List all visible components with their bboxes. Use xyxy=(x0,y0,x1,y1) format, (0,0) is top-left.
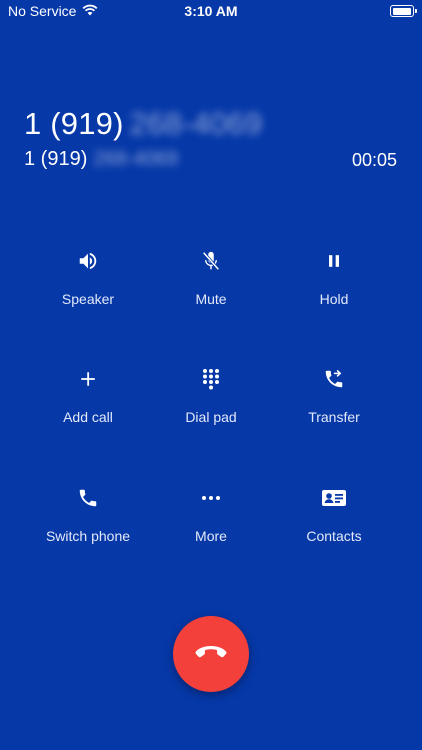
end-call-button[interactable] xyxy=(173,616,249,692)
battery-icon xyxy=(390,5,417,17)
transfer-label: Transfer xyxy=(308,409,360,425)
mic-off-icon xyxy=(197,247,225,275)
add-call-button[interactable]: Add call xyxy=(23,365,153,455)
hold-button[interactable]: Hold xyxy=(269,247,399,337)
speaker-icon xyxy=(74,247,102,275)
in-call-screen: No Service 3:10 AM 1 (919) 268-4069 1 (9… xyxy=(0,0,422,750)
dial-pad-label: Dial pad xyxy=(185,409,237,425)
plus-icon xyxy=(74,365,102,393)
more-button[interactable]: More xyxy=(146,484,276,574)
pause-icon xyxy=(320,247,348,275)
switch-phone-label: Switch phone xyxy=(45,528,131,544)
more-icon xyxy=(197,484,225,512)
contacts-label: Contacts xyxy=(306,528,362,544)
status-bar: No Service 3:10 AM xyxy=(0,0,422,22)
contacts-button[interactable]: Contacts xyxy=(269,484,399,574)
contact-card-icon xyxy=(320,484,348,512)
mute-button[interactable]: Mute xyxy=(146,247,276,337)
dial-pad-button[interactable]: Dial pad xyxy=(146,365,276,455)
phone-forward-icon xyxy=(320,365,348,393)
mute-label: Mute xyxy=(195,291,227,307)
speaker-button[interactable]: Speaker xyxy=(23,247,153,337)
caller-number-prefix: 1 (919) xyxy=(24,106,124,141)
speaker-label: Speaker xyxy=(61,291,115,307)
more-label: More xyxy=(195,528,227,544)
caller-secondary-number: 1 (919) 268-4069 xyxy=(24,148,178,171)
call-timer: 00:05 xyxy=(351,150,397,170)
add-call-label: Add call xyxy=(63,409,113,425)
hold-label: Hold xyxy=(319,291,349,307)
caller-number-hidden: 268-4069 xyxy=(129,106,263,141)
switch-phone-button[interactable]: Switch phone xyxy=(23,484,153,574)
status-time: 3:10 AM xyxy=(184,3,238,19)
end-call-icon xyxy=(194,644,228,665)
phone-icon xyxy=(74,484,102,512)
dialpad-icon xyxy=(197,365,225,393)
caller-number: 1 (919) 268-4069 xyxy=(24,106,262,142)
transfer-button[interactable]: Transfer xyxy=(269,365,399,455)
caller-sub-prefix: 1 (919) xyxy=(24,148,88,170)
caller-sub-hidden: 268-4069 xyxy=(93,148,178,170)
